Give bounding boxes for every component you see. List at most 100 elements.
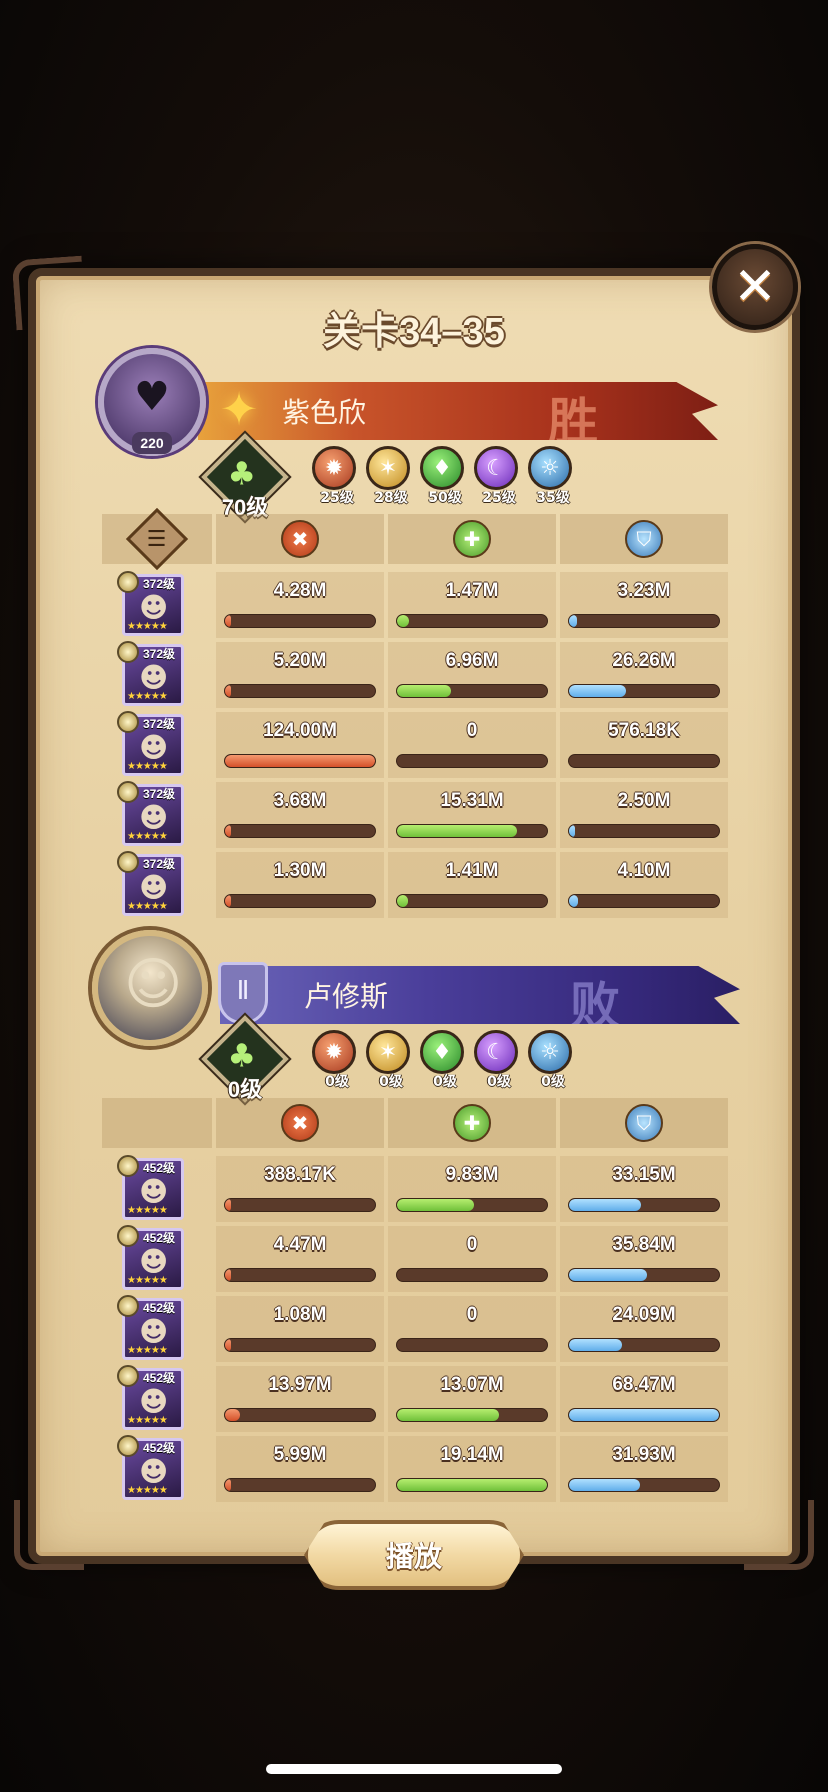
def-bar	[568, 1478, 720, 1492]
hero-stat-row: 452级 ☻ ★★★★★ 5.99M 19.14M 31.93M	[102, 1435, 728, 1502]
table-header: ☰ ✖ ✚ ⛉	[102, 507, 728, 571]
play-button[interactable]: 播放	[304, 1520, 524, 1590]
damage-bar	[224, 824, 376, 838]
damage-cell: 1.30M	[216, 852, 384, 918]
heal-bar	[396, 1338, 548, 1352]
player2-faction-levels: ✹ 0级 ✶ 0级 ♦ 0级 ☾ 0级 ☼ 0级	[312, 1030, 572, 1090]
signature-item-icon	[117, 1225, 139, 1247]
def-bar-fill	[569, 825, 575, 837]
def-bar	[568, 824, 720, 838]
damage-cell: 13.97M	[216, 1366, 384, 1432]
def-value: 33.15M	[612, 1164, 676, 1185]
damage-bar	[224, 1478, 376, 1492]
def-cell: 3.23M	[560, 572, 728, 638]
heal-icon: ✚	[453, 520, 491, 558]
home-indicator[interactable]	[266, 1764, 562, 1774]
def-cell: 35.84M	[560, 1226, 728, 1292]
heal-bar	[396, 1478, 548, 1492]
star-rating-icon: ★★★★★	[127, 1205, 168, 1216]
hero-portrait[interactable]: 372级 ☻ ★★★★★	[117, 641, 184, 706]
star-rating-icon: ★★★★★	[127, 691, 168, 702]
damage-bar-fill	[225, 1199, 231, 1211]
stage-title: 关卡34–35	[323, 311, 505, 353]
heal-cell: 9.83M	[388, 1156, 556, 1222]
heal-cell: 19.14M	[388, 1436, 556, 1502]
player2-avatar[interactable]: ☺	[92, 930, 208, 1046]
hero-portrait-icon: ☺	[124, 952, 183, 1017]
damage-bar-fill	[225, 615, 231, 627]
damage-bar-fill	[225, 895, 231, 907]
hero-stat-row: 452级 ☻ ★★★★★ 13.97M 13.07M 68.47M	[102, 1365, 728, 1432]
defense-icon: ⛉	[625, 1104, 663, 1142]
signature-item-icon	[117, 711, 139, 733]
heal-cell: 13.07M	[388, 1366, 556, 1432]
hero-portrait[interactable]: 452级 ☻ ★★★★★	[117, 1225, 184, 1290]
damage-value: 4.28M	[273, 580, 327, 601]
damage-bar	[224, 1268, 376, 1282]
hands-heart-icon: ♥	[134, 374, 170, 420]
damage-value: 1.30M	[273, 860, 327, 881]
def-bar-fill	[569, 615, 577, 627]
player1-avatar[interactable]: ♥ 220	[98, 348, 206, 456]
damage-value: 1.08M	[273, 1304, 327, 1325]
damage-value: 13.97M	[268, 1374, 332, 1395]
heal-bar	[396, 614, 548, 628]
hero-level: 452级	[143, 1161, 176, 1175]
hero-face-icon: ☻	[139, 801, 169, 834]
damage-cell: 124.00M	[216, 712, 384, 778]
hero-level: 372级	[143, 577, 176, 591]
hero-stat-row: 372级 ☻ ★★★★★ 1.30M 1.41M 4.10M	[102, 851, 728, 918]
heal-value: 0	[466, 720, 478, 741]
panel-corner-ornament	[14, 1500, 84, 1570]
def-cell: 26.26M	[560, 642, 728, 708]
heal-bar-fill	[397, 1199, 474, 1211]
hero-portrait[interactable]: 452级 ☻ ★★★★★	[117, 1155, 184, 1220]
star-rating-icon: ★★★★★	[127, 1275, 168, 1286]
heal-cell: 0	[388, 712, 556, 778]
def-value: 31.93M	[612, 1444, 676, 1465]
def-cell: 4.10M	[560, 852, 728, 918]
hero-level: 452级	[143, 1441, 176, 1455]
hero-portrait[interactable]: 372级 ☻ ★★★★★	[117, 571, 184, 636]
hero-portrait[interactable]: 452级 ☻ ★★★★★	[117, 1295, 184, 1360]
player2-banner: 卢修斯 败	[220, 966, 740, 1024]
damage-value: 124.00M	[263, 720, 337, 741]
scroll-icon[interactable]: ☰	[125, 507, 189, 571]
mauler-icon: ✶ 0级	[366, 1030, 410, 1090]
heal-value: 0	[466, 1234, 478, 1255]
signature-item-icon	[117, 851, 139, 873]
hero-level: 452级	[143, 1301, 176, 1315]
hero-level: 372级	[143, 717, 176, 731]
star-rating-icon: ★★★★★	[127, 1415, 168, 1426]
damage-bar-fill	[225, 825, 231, 837]
hero-stat-row: 372级 ☻ ★★★★★ 124.00M 0 576.18K	[102, 711, 728, 778]
star-rating-icon: ★★★★★	[127, 621, 168, 632]
def-bar	[568, 684, 720, 698]
hero-face-icon: ☻	[139, 591, 169, 624]
def-value: 3.23M	[617, 580, 671, 601]
def-bar-fill	[569, 1269, 647, 1281]
hero-portrait[interactable]: 372级 ☻ ★★★★★	[117, 711, 184, 776]
hero-portrait[interactable]: 452级 ☻ ★★★★★	[117, 1365, 184, 1430]
damage-bar	[224, 614, 376, 628]
hero-portrait[interactable]: 452级 ☻ ★★★★★	[117, 1435, 184, 1500]
mauler-icon: ✶ 28级	[366, 446, 410, 506]
def-bar	[568, 894, 720, 908]
def-value: 24.09M	[612, 1304, 676, 1325]
hero-portrait[interactable]: 372级 ☻ ★★★★★	[117, 781, 184, 846]
heal-bar-fill	[397, 685, 451, 697]
heal-bar	[396, 1268, 548, 1282]
heal-value: 9.83M	[445, 1164, 499, 1185]
damage-bar-fill	[225, 1269, 231, 1281]
def-bar-fill	[569, 1409, 719, 1421]
damage-bar-fill	[225, 1339, 231, 1351]
hero-level: 372级	[143, 857, 176, 871]
heal-icon: ✚	[453, 1104, 491, 1142]
wilder-icon: ♦ 0级	[420, 1030, 464, 1090]
hero-level: 372级	[143, 647, 176, 661]
def-bar-fill	[569, 1479, 640, 1491]
heal-value: 6.96M	[445, 650, 499, 671]
crown-icon: ✦	[219, 382, 259, 436]
hero-portrait[interactable]: 372级 ☻ ★★★★★	[117, 851, 184, 916]
signature-item-icon	[117, 1365, 139, 1387]
